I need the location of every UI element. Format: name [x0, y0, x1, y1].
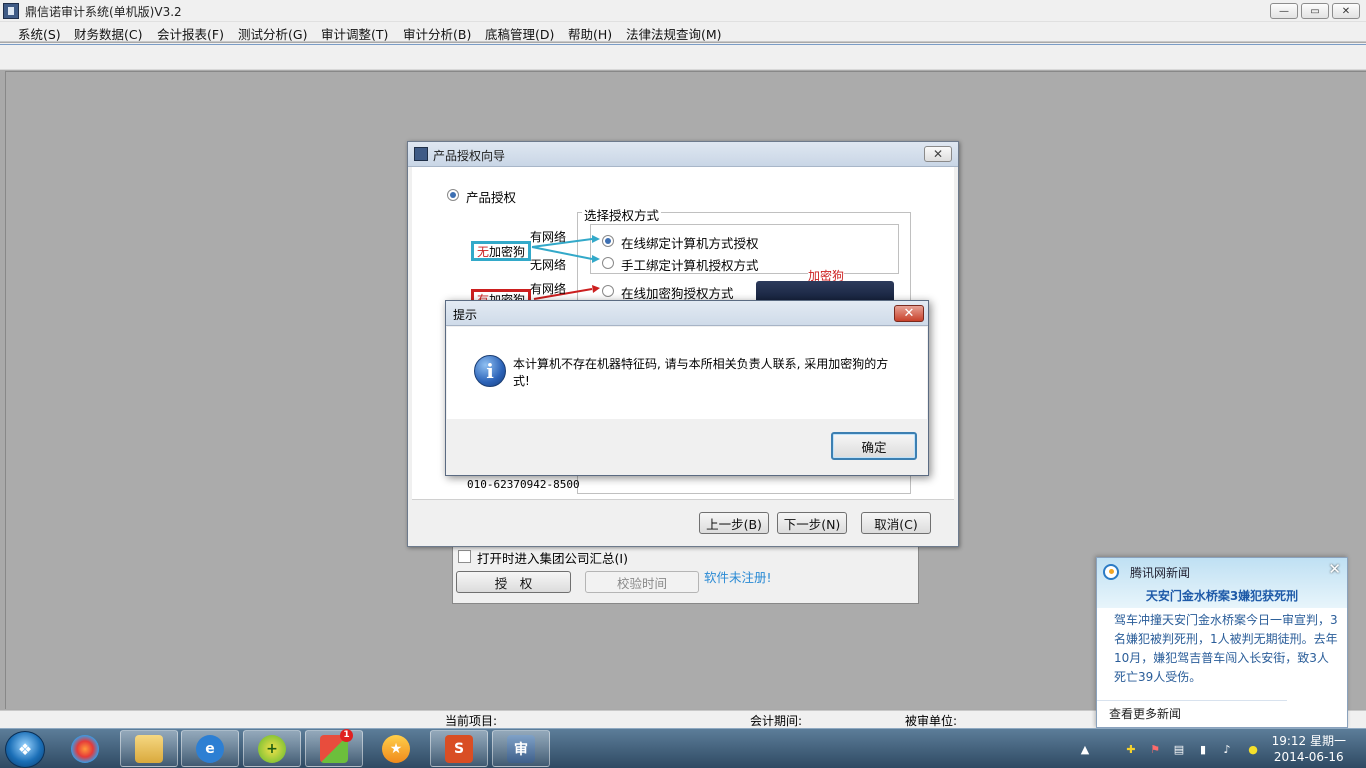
- plus-icon: +: [258, 734, 286, 763]
- message-titlebar: 提示 ✕: [446, 301, 928, 326]
- news-close-icon[interactable]: ✕: [1328, 560, 1341, 578]
- taskbar-app-audit[interactable]: 审: [492, 730, 550, 767]
- no-dongle-tag-prefix: 无: [477, 244, 490, 259]
- news-headline[interactable]: 天安门金水桥案3嫌犯获死刑: [1097, 587, 1347, 604]
- group-summary-checkbox[interactable]: [458, 550, 471, 563]
- tray-360-icon[interactable]: ✚: [1124, 742, 1138, 756]
- message-text: 本计算机不存在机器特征码, 请与本所相关负责人联系, 采用加密狗的方式!: [513, 357, 889, 388]
- window-controls: — ▭ ✕: [1270, 3, 1360, 19]
- maximize-button[interactable]: ▭: [1301, 3, 1329, 19]
- audited-unit-label: 被审单位:: [905, 714, 958, 728]
- message-dialog: 提示 ✕ i 本计算机不存在机器特征码, 请与本所相关负责人联系, 采用加密狗的…: [445, 300, 929, 476]
- wizard-icon: [414, 147, 428, 161]
- manual-bind-label: 手工绑定计算机授权方式: [621, 258, 759, 273]
- toolbar-area: [0, 43, 1366, 70]
- menu-accounting-reports[interactable]: 会计报表(F): [157, 24, 224, 43]
- accounting-period-label: 会计期间:: [750, 714, 803, 728]
- network-no-label: 无网络: [530, 258, 567, 272]
- network-yes-label-1: 有网络: [530, 230, 567, 244]
- menu-financial-data[interactable]: 财务数据(C): [74, 24, 142, 43]
- show-hidden-icons[interactable]: ▲: [1078, 742, 1092, 756]
- ok-button[interactable]: 确定: [831, 432, 917, 460]
- wizard-close-button[interactable]: ✕: [924, 146, 952, 162]
- manual-bind-radio[interactable]: [602, 257, 614, 269]
- menu-test-analysis[interactable]: 测试分析(G): [238, 24, 307, 43]
- license-panel: 打开时进入集团公司汇总(I) 授 权 校验时间 软件未注册!: [452, 540, 919, 604]
- start-button[interactable]: ❖: [5, 731, 45, 768]
- menu-bar: 系统(S) 财务数据(C) 会计报表(F) 测试分析(G) 审计调整(T) 审计…: [0, 22, 1366, 42]
- clock-time: 19:12 星期一: [1271, 734, 1346, 748]
- notification-badge: 1: [340, 728, 353, 742]
- ie-icon: e: [196, 734, 224, 763]
- taskbar: ❖ e + 1 ★ S 审 ▲ ✚ ⚑ ▤ ▮ ♪ ● 19:12 星期一 20…: [0, 728, 1366, 768]
- news-body[interactable]: 驾车冲撞天安门金水桥案今日一审宣判，3名嫌犯被判死刑，1人被判无期徒刑。去年10…: [1114, 611, 1339, 687]
- no-dongle-tag-suffix: 加密狗: [489, 244, 526, 259]
- wizard-title: 产品授权向导: [433, 149, 506, 163]
- product-auth-label: 产品授权: [466, 190, 517, 205]
- weather-icon[interactable]: ●: [1246, 742, 1260, 756]
- system-clock[interactable]: 19:12 星期一 2014-06-16: [1272, 733, 1346, 765]
- audit-app-icon: 审: [507, 734, 535, 763]
- folder-icon: [135, 734, 163, 763]
- menu-law-query[interactable]: 法律法规查询(M): [626, 24, 722, 43]
- close-button[interactable]: ✕: [1332, 3, 1360, 19]
- media-player-icon: [71, 734, 99, 763]
- menu-divider: [0, 44, 1366, 45]
- taskbar-app-ie[interactable]: e: [181, 730, 239, 767]
- taskbar-app-media[interactable]: [56, 730, 114, 767]
- message-title: 提示: [453, 308, 478, 322]
- app-titlebar: 鼎信诺审计系统(单机版)V3.2 — ▭ ✕: [0, 0, 1366, 22]
- taskbar-app-kuaiwan[interactable]: ★: [367, 730, 425, 767]
- taskbar-app-360[interactable]: +: [243, 730, 301, 767]
- online-dongle-radio[interactable]: [602, 285, 614, 297]
- taskbar-app-explorer[interactable]: [120, 730, 178, 767]
- cancel-button[interactable]: 取消(C): [861, 512, 931, 534]
- message-body: i 本计算机不存在机器特征码, 请与本所相关负责人联系, 采用加密狗的方式!: [447, 327, 927, 419]
- taskbar-app-kingsoft[interactable]: S: [430, 730, 488, 767]
- network-yes-label-2: 有网络: [530, 282, 567, 296]
- network-icon[interactable]: ▮: [1196, 742, 1210, 756]
- taskbar-app-tiles[interactable]: 1: [305, 728, 363, 767]
- product-auth-radio[interactable]: [447, 189, 459, 201]
- more-news-link[interactable]: 查看更多新闻: [1097, 700, 1287, 726]
- menu-audit-analysis[interactable]: 审计分析(B): [403, 24, 471, 43]
- online-bind-label: 在线绑定计算机方式授权: [621, 236, 759, 251]
- info-icon: i: [474, 355, 506, 387]
- app-icon: [3, 3, 19, 19]
- prev-button[interactable]: 上一步(B): [699, 512, 769, 534]
- menu-help[interactable]: 帮助(H): [568, 24, 612, 43]
- next-button[interactable]: 下一步(N): [777, 512, 847, 534]
- authorize-button[interactable]: 授 权: [456, 571, 571, 593]
- news-popup: 腾讯网新闻 ✕ 天安门金水桥案3嫌犯获死刑 驾车冲撞天安门金水桥案今日一审宣判，…: [1096, 557, 1348, 728]
- news-source: 腾讯网新闻: [1130, 566, 1191, 580]
- menu-workpaper-management[interactable]: 底稿管理(D): [485, 24, 554, 43]
- kingsoft-icon: S: [445, 734, 473, 763]
- news-header: 腾讯网新闻 ✕ 天安门金水桥案3嫌犯获死刑: [1097, 558, 1347, 608]
- tiles-icon: 1: [320, 728, 353, 763]
- star-icon: ★: [382, 734, 410, 763]
- tray-flag-icon[interactable]: ⚑: [1148, 742, 1162, 756]
- menu-system[interactable]: 系统(S): [18, 24, 61, 43]
- auth-method-group-title: 选择授权方式: [582, 205, 662, 224]
- group-summary-label: 打开时进入集团公司汇总(I): [477, 551, 628, 566]
- menu-audit-adjustment[interactable]: 审计调整(T): [321, 24, 388, 43]
- online-bind-radio[interactable]: [602, 235, 614, 247]
- unregistered-link[interactable]: 软件未注册!: [704, 567, 772, 586]
- contact-phone: 010-62370942-8500: [467, 478, 580, 491]
- tencent-news-logo: [1103, 564, 1119, 580]
- clock-date: 2014-06-16: [1273, 750, 1344, 764]
- tray-device-icon[interactable]: ▤: [1172, 742, 1186, 756]
- no-dongle-tag: 无加密狗: [471, 241, 532, 261]
- volume-icon[interactable]: ♪: [1220, 742, 1234, 756]
- verify-time-button[interactable]: 校验时间: [585, 571, 699, 593]
- message-close-button[interactable]: ✕: [894, 305, 924, 322]
- minimize-button[interactable]: —: [1270, 3, 1298, 19]
- wizard-titlebar: 产品授权向导 ✕: [408, 142, 958, 167]
- current-project-label: 当前项目:: [445, 714, 498, 728]
- app-title: 鼎信诺审计系统(单机版)V3.2: [25, 5, 182, 19]
- system-tray: ▲ ✚ ⚑ ▤ ▮ ♪ ● 19:12 星期一 2014-06-16: [1066, 729, 1366, 768]
